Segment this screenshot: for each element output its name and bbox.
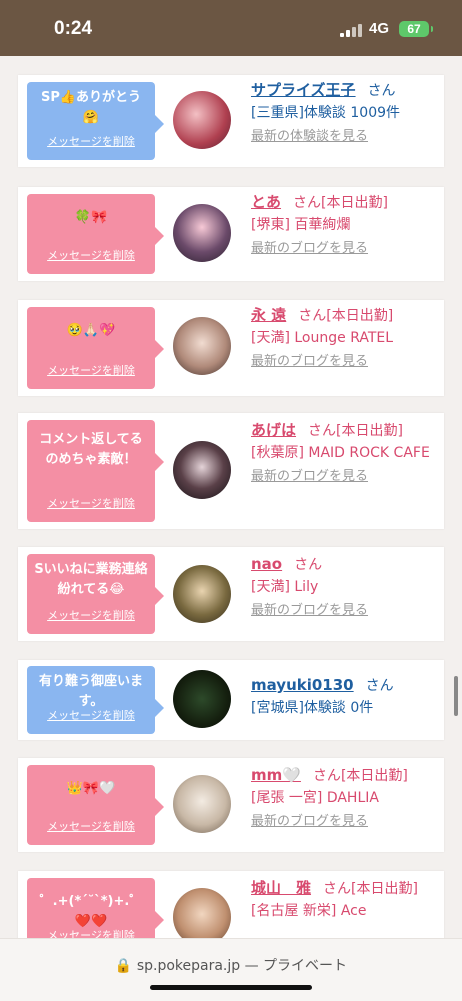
- avatar[interactable]: [173, 441, 231, 499]
- message-text: 👑🎀🤍: [66, 781, 116, 796]
- url-bar[interactable]: 🔒 sp.pokepara.jp — プライベート: [0, 938, 462, 1001]
- honorific: さん: [365, 678, 394, 694]
- user-detail: [尾張 一宮] DAHLIA: [251, 790, 379, 806]
- message-card: 有り難う御座います。 メッセージを削除 mayuki0130 さん [宮城県]体験…: [18, 660, 444, 740]
- work-status: [本日出勤]: [340, 768, 408, 784]
- url-text: 🔒 sp.pokepara.jp — プライベート: [0, 955, 462, 975]
- url-domain: sp.pokepara.jp: [136, 958, 241, 974]
- user-detail: [天満] Lounge RATEL: [251, 330, 394, 346]
- message-card: SP👍ありがとう🤗 メッセージを削除 サプライズ王子 さん [三重県]体験談 10…: [18, 75, 444, 167]
- delete-message-link[interactable]: メッセージを削除: [27, 606, 155, 626]
- user-name[interactable]: 城山 雅: [251, 879, 311, 897]
- user-detail: [三重県]体験談 1009件: [251, 105, 401, 121]
- user-name[interactable]: とあ: [251, 193, 281, 211]
- message-bubble: 有り難う御座います。 メッセージを削除: [27, 666, 164, 734]
- honorific: さん: [312, 768, 341, 784]
- message-card: 🍀🎀 メッセージを削除 とあ さん[本日出勤] [堺東] 百華絢爛 最新のブログを…: [18, 187, 444, 281]
- message-bubble: Sいいねに業務連絡紛れてる😂 メッセージを削除: [27, 554, 164, 634]
- latest-link[interactable]: 最新のブログを見る: [251, 811, 438, 833]
- message-bubble: コメント返してるのめちゃ素敵！ メッセージを削除: [27, 420, 164, 522]
- user-info: mm🤍 さん[本日出勤] [尾張 一宮] DAHLIA 最新のブログを見る: [251, 764, 438, 833]
- user-detail: [天満] Lily: [251, 579, 319, 595]
- message-card: コメント返してるのめちゃ素敵！ メッセージを削除 あげは さん[本日出勤] [秋葉…: [18, 413, 444, 529]
- honorific: さん: [323, 881, 352, 897]
- scrollbar[interactable]: [454, 676, 458, 716]
- latest-link[interactable]: 最新のブログを見る: [251, 351, 438, 373]
- avatar[interactable]: [173, 317, 231, 375]
- user-detail: [宮城県]体験談 0件: [251, 700, 374, 716]
- latest-link[interactable]: 最新のブログを見る: [251, 600, 438, 622]
- delete-message-link[interactable]: メッセージを削除: [27, 132, 155, 152]
- message-text: Sいいねに業務連絡紛れてる😂: [34, 562, 148, 597]
- user-name[interactable]: mayuki0130: [251, 676, 354, 694]
- user-detail: [堺東] 百華絢爛: [251, 217, 351, 233]
- message-card: 👑🎀🤍 メッセージを削除 mm🤍 さん[本日出勤] [尾張 一宮] DAHLIA …: [18, 758, 444, 852]
- delete-message-link[interactable]: メッセージを削除: [27, 246, 155, 266]
- message-bubble: 👑🎀🤍 メッセージを削除: [27, 765, 164, 845]
- message-bubble: 🥹🙏🏻💖 メッセージを削除: [27, 307, 164, 389]
- user-name[interactable]: mm🤍: [251, 766, 301, 784]
- delete-message-link[interactable]: メッセージを削除: [27, 494, 155, 514]
- user-info: サプライズ王子 さん [三重県]体験談 1009件 最新の体験談を見る: [251, 79, 438, 148]
- user-info: とあ さん[本日出勤] [堺東] 百華絢爛 最新のブログを見る: [251, 191, 438, 260]
- avatar[interactable]: [173, 670, 231, 728]
- user-info: mayuki0130 さん [宮城県]体験談 0件: [251, 674, 438, 719]
- user-info: nao さん [天満] Lily 最新のブログを見る: [251, 553, 438, 622]
- avatar[interactable]: [173, 91, 231, 149]
- delete-message-link[interactable]: メッセージを削除: [27, 706, 155, 726]
- latest-link[interactable]: 最新のブログを見る: [251, 238, 438, 260]
- status-bar: 0:24 4G 67: [0, 0, 462, 56]
- work-status: [本日出勤]: [321, 195, 388, 211]
- honorific: さん: [367, 83, 396, 99]
- user-info: あげは さん[本日出勤] [秋葉原] MAID ROCK CAFE 最新のブログを…: [251, 419, 438, 488]
- message-bubble: 🍀🎀 メッセージを削除: [27, 194, 164, 274]
- work-status: [本日出勤]: [326, 308, 394, 324]
- message-text: 🍀🎀: [74, 210, 108, 225]
- battery-level: 67: [407, 22, 421, 36]
- user-info: 永 遠さん[本日出勤] [天満] Lounge RATEL 最新のブログを見る: [251, 304, 438, 373]
- work-status: [本日出勤]: [336, 423, 403, 439]
- message-card: 🥹🙏🏻💖 メッセージを削除 永 遠さん[本日出勤] [天満] Lounge RA…: [18, 300, 444, 396]
- user-name[interactable]: nao: [251, 555, 282, 573]
- latest-link[interactable]: 最新のブログを見る: [251, 466, 438, 488]
- user-name[interactable]: あげは: [251, 421, 296, 439]
- message-text: 🥹🙏🏻💖: [66, 323, 116, 338]
- network-type: 4G: [369, 20, 390, 37]
- latest-link[interactable]: 最新の体験談を見る: [251, 126, 438, 148]
- battery-icon: 67: [399, 21, 433, 37]
- honorific: さん: [293, 195, 322, 211]
- avatar[interactable]: [173, 775, 231, 833]
- message-card: Sいいねに業務連絡紛れてる😂 メッセージを削除 nao さん [天満] Lily …: [18, 547, 444, 641]
- signal-icon: [340, 24, 362, 37]
- message-text: SP👍ありがとう🤗: [40, 90, 142, 125]
- avatar[interactable]: [173, 565, 231, 623]
- user-info: 城山 雅さん[本日出勤] [名古屋 新栄] Ace: [251, 877, 438, 922]
- honorific: さん: [308, 423, 337, 439]
- work-status: [本日出勤]: [351, 881, 418, 897]
- home-indicator: [150, 985, 312, 990]
- message-bubble: SP👍ありがとう🤗 メッセージを削除: [27, 82, 164, 160]
- delete-message-link[interactable]: メッセージを削除: [27, 817, 155, 837]
- lock-icon: 🔒: [114, 958, 133, 974]
- message-text: コメント返してるのめちゃ素敵！: [39, 432, 143, 467]
- avatar[interactable]: [173, 204, 231, 262]
- honorific: さん: [294, 557, 323, 573]
- url-suffix: — プライベート: [240, 958, 348, 974]
- user-detail: [秋葉原] MAID ROCK CAFE: [251, 445, 430, 461]
- user-detail: [名古屋 新栄] Ace: [251, 903, 367, 919]
- status-time: 0:24: [54, 18, 93, 39]
- user-name[interactable]: サプライズ王子: [251, 81, 356, 99]
- user-name[interactable]: 永 遠: [251, 306, 286, 324]
- delete-message-link[interactable]: メッセージを削除: [27, 361, 155, 381]
- honorific: さん: [298, 308, 327, 324]
